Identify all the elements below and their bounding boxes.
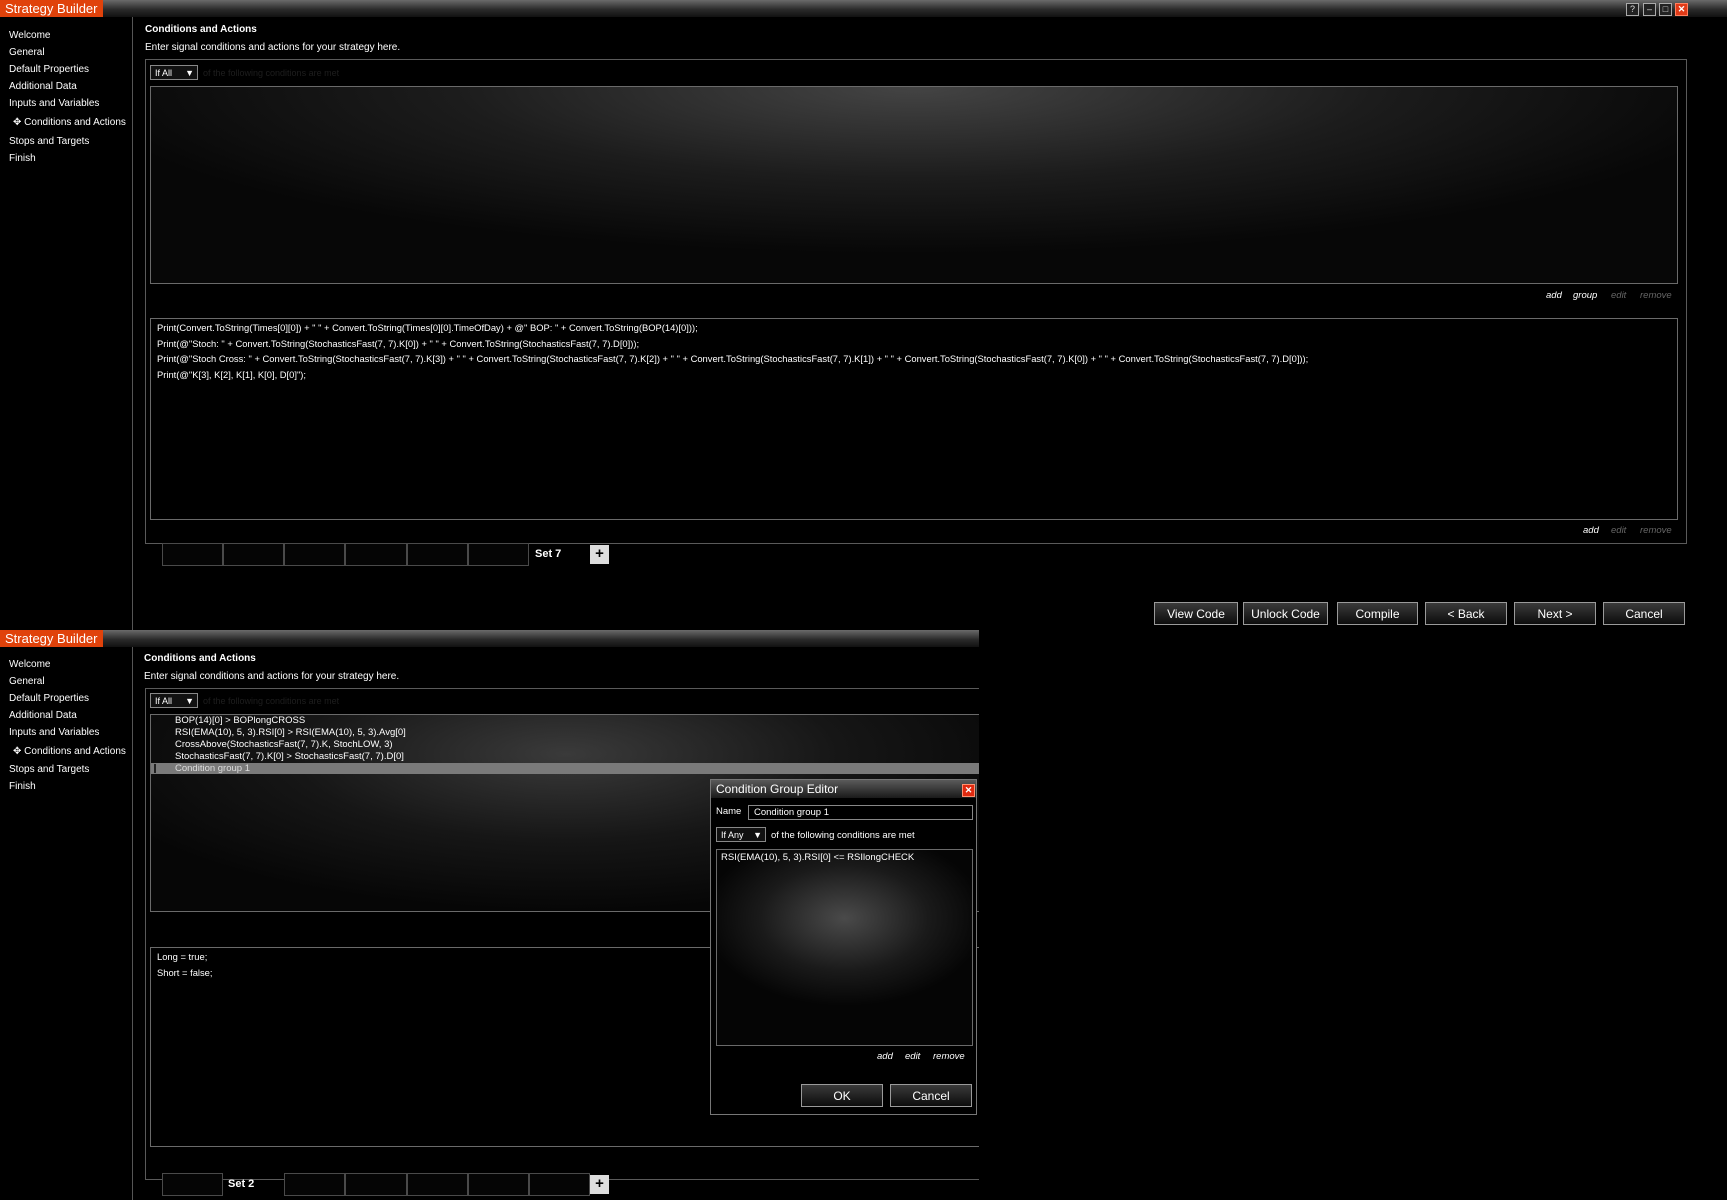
tab-set-6[interactable] — [468, 543, 529, 566]
dialog-condition-item[interactable]: RSI(EMA(10), 5, 3).RSI[0] <= RSIlongCHEC… — [721, 852, 914, 863]
condition-item[interactable]: RSI(EMA(10), 5, 3).RSI[0] > RSI(EMA(10),… — [175, 727, 406, 738]
tab-set-7[interactable]: Set 7 — [535, 548, 561, 560]
condition-item[interactable]: CrossAbove(StochasticsFast(7, 7).K, Stoc… — [175, 739, 393, 750]
chevron-down-icon: ▼ — [185, 696, 194, 706]
match-mode-select[interactable]: If All ▼ — [150, 65, 198, 80]
dialog-title: Condition Group Editor — [716, 782, 839, 796]
tab-set-3[interactable] — [284, 543, 345, 566]
action-item[interactable]: Short = false; — [157, 967, 213, 978]
match-mode-text: of the following conditions are met — [203, 696, 340, 706]
condition-item[interactable]: StochasticsFast(7, 7).K[0] > Stochastics… — [175, 751, 404, 762]
add-set-button[interactable]: + — [590, 1175, 609, 1194]
sidebar-item-additional-data[interactable]: Additional Data — [9, 710, 77, 721]
tab-set-7[interactable] — [529, 1173, 590, 1196]
page-subtitle: Enter signal conditions and actions for … — [144, 671, 400, 682]
chevron-down-icon: ▼ — [753, 830, 762, 840]
sidebar-item-default-properties[interactable]: Default Properties — [9, 693, 89, 704]
group-condition-link[interactable]: group — [1573, 290, 1597, 301]
ok-button[interactable]: OK — [801, 1084, 883, 1107]
sidebar-item-finish[interactable]: Finish — [9, 781, 36, 792]
sidebar-item-inputs-and-variables[interactable]: Inputs and Variables — [9, 98, 99, 109]
match-mode-text: of the following conditions are met — [203, 68, 340, 78]
sidebar-item-additional-data[interactable]: Additional Data — [9, 81, 77, 92]
tab-set-5[interactable] — [407, 543, 468, 566]
name-field[interactable]: Condition group 1 — [748, 805, 973, 820]
page-title: Conditions and Actions — [144, 653, 256, 664]
app-title: Strategy Builder — [0, 630, 103, 647]
unlock-code-button[interactable]: Unlock Code — [1243, 602, 1328, 625]
compile-button[interactable]: Compile — [1337, 602, 1418, 625]
add-action-link[interactable]: add — [1583, 525, 1599, 536]
remove-action-link[interactable]: remove — [1640, 525, 1672, 536]
cancel-button[interactable]: Cancel — [1603, 602, 1685, 625]
action-item[interactable]: Print(Convert.ToString(Times[0][0]) + " … — [157, 322, 698, 333]
title-bar — [0, 630, 979, 647]
sidebar-item-welcome[interactable]: Welcome — [9, 659, 51, 670]
dialog-cancel-button[interactable]: Cancel — [890, 1084, 972, 1107]
help-icon[interactable]: ? — [1626, 3, 1639, 16]
tab-set-1[interactable] — [162, 1173, 223, 1196]
actions-list[interactable]: Print(Convert.ToString(Times[0][0]) + " … — [150, 318, 1678, 520]
sidebar-item-general[interactable]: General — [9, 47, 45, 58]
sidebar — [0, 17, 133, 632]
page-title: Conditions and Actions — [145, 24, 257, 35]
selected-condition-row[interactable]: Condition group 1 — [151, 763, 979, 774]
tab-set-2[interactable] — [223, 543, 284, 566]
dialog-remove-link[interactable]: remove — [933, 1051, 965, 1062]
name-label: Name — [716, 806, 742, 817]
sidebar-item-general[interactable]: General — [9, 676, 45, 687]
back-button[interactable]: < Back — [1425, 602, 1507, 625]
strategy-builder-window-top: Strategy Builder ? – □ ✕ Welcome General… — [0, 0, 1727, 632]
title-bar — [0, 0, 1727, 17]
remove-condition-link[interactable]: remove — [1640, 290, 1672, 301]
action-item[interactable]: Print(@"K[3], K[2], K[1], K[0], D[0]"); — [157, 369, 306, 380]
tab-set-4[interactable] — [345, 1173, 407, 1196]
sidebar-item-welcome[interactable]: Welcome — [9, 30, 51, 41]
view-code-button[interactable]: View Code — [1154, 602, 1238, 625]
edit-action-link[interactable]: edit — [1611, 525, 1626, 536]
edit-condition-link[interactable]: edit — [1611, 290, 1626, 301]
sidebar-item-stops-and-targets[interactable]: Stops and Targets — [9, 136, 89, 147]
condition-group-label: Condition group 1 — [175, 763, 250, 774]
tab-set-6[interactable] — [468, 1173, 529, 1196]
action-item[interactable]: Print(@"Stoch: " + Convert.ToString(Stoc… — [157, 338, 639, 349]
app-title: Strategy Builder — [0, 0, 103, 17]
action-item[interactable]: Print(@"Stoch Cross: " + Convert.ToStrin… — [157, 353, 1308, 364]
dialog-match-mode-select[interactable]: If Any ▼ — [716, 827, 766, 842]
condition-group-editor-dialog: Condition Group Editor ✕ Name Condition … — [710, 779, 977, 1115]
dialog-conditions-list[interactable]: RSI(EMA(10), 5, 3).RSI[0] <= RSIlongCHEC… — [716, 849, 973, 1046]
tab-set-5[interactable] — [407, 1173, 468, 1196]
page-subtitle: Enter signal conditions and actions for … — [145, 42, 401, 53]
dialog-add-link[interactable]: add — [877, 1051, 893, 1062]
condition-item[interactable]: BOP(14)[0] > BOPlongCROSS — [175, 715, 305, 726]
dialog-match-mode-value: If Any — [721, 830, 744, 840]
selection-marker — [154, 764, 156, 773]
tab-set-2[interactable]: Set 2 — [228, 1178, 254, 1190]
minimize-icon[interactable]: – — [1643, 3, 1656, 16]
conditions-list[interactable] — [150, 86, 1678, 284]
sidebar-item-finish[interactable]: Finish — [9, 153, 36, 164]
close-icon[interactable]: ✕ — [962, 784, 975, 797]
chevron-down-icon: ▼ — [185, 68, 194, 78]
sidebar-item-default-properties[interactable]: Default Properties — [9, 64, 89, 75]
sidebar-item-stops-and-targets[interactable]: Stops and Targets — [9, 764, 89, 775]
add-set-button[interactable]: + — [590, 545, 609, 564]
maximize-icon[interactable]: □ — [1659, 3, 1672, 16]
match-mode-select[interactable]: If All ▼ — [150, 693, 198, 708]
add-condition-link[interactable]: add — [1546, 290, 1562, 301]
close-icon[interactable]: ✕ — [1675, 3, 1688, 16]
dialog-edit-link[interactable]: edit — [905, 1051, 920, 1062]
sidebar-item-inputs-and-variables[interactable]: Inputs and Variables — [9, 727, 99, 738]
match-mode-value: If All — [155, 68, 173, 78]
tab-set-4[interactable] — [345, 543, 407, 566]
match-mode-value: If All — [155, 696, 173, 706]
next-button[interactable]: Next > — [1514, 602, 1596, 625]
tab-set-1[interactable] — [162, 543, 223, 566]
tab-set-3[interactable] — [284, 1173, 345, 1196]
sidebar-item-conditions-and-actions[interactable]: ✥ Conditions and Actions — [13, 117, 126, 128]
action-item[interactable]: Long = true; — [157, 951, 207, 962]
sidebar-item-conditions-and-actions[interactable]: ✥ Conditions and Actions — [13, 746, 126, 757]
dialog-match-text: of the following conditions are met — [771, 830, 915, 841]
